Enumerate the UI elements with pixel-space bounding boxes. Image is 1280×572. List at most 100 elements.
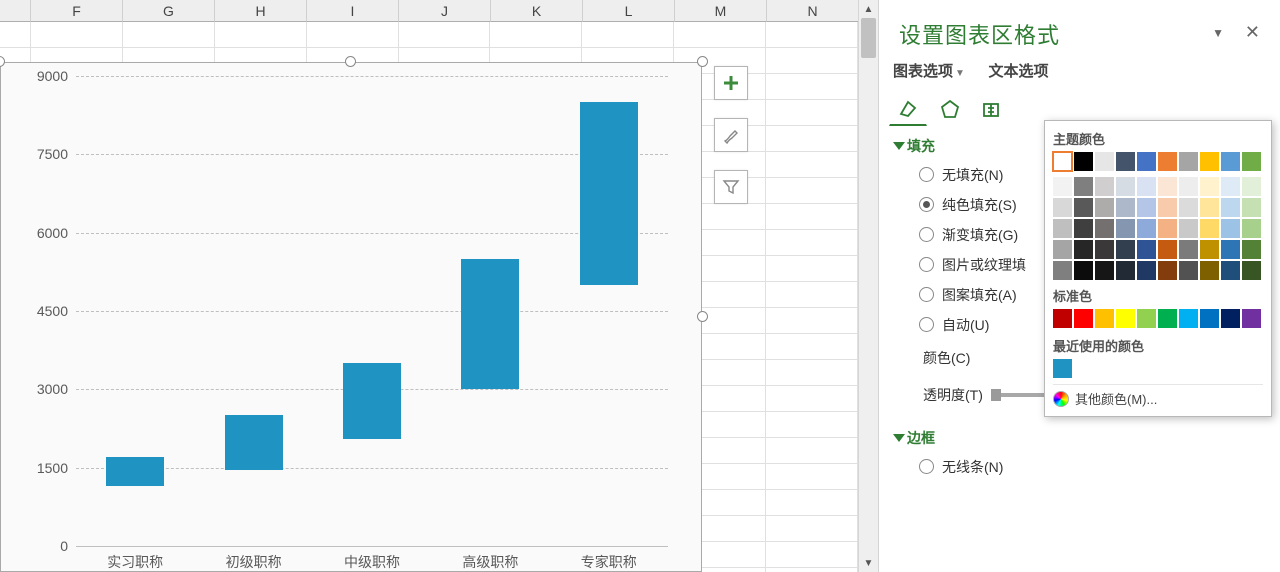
color-swatch[interactable] [1074,219,1093,238]
color-swatch[interactable] [1158,219,1177,238]
color-swatch[interactable] [1200,152,1219,171]
color-swatch[interactable] [1158,309,1177,328]
col-header-K[interactable]: K [491,0,583,22]
color-swatch[interactable] [1179,240,1198,259]
color-swatch[interactable] [1158,240,1177,259]
size-properties-icon[interactable] [972,93,1010,125]
col-header-H[interactable]: H [215,0,307,22]
color-swatch[interactable] [1179,309,1198,328]
color-swatch[interactable] [1242,152,1261,171]
color-swatch[interactable] [1179,198,1198,217]
color-swatch[interactable] [1179,219,1198,238]
color-swatch[interactable] [1137,198,1156,217]
color-swatch[interactable] [1074,152,1093,171]
bar-3[interactable] [461,259,519,390]
color-swatch[interactable] [1116,261,1135,280]
resize-handle-t[interactable] [345,56,356,67]
color-swatch[interactable] [1179,261,1198,280]
color-swatch[interactable] [1200,240,1219,259]
scroll-up-arrow-icon[interactable]: ▲ [859,0,878,18]
color-swatch[interactable] [1137,152,1156,171]
col-header-M[interactable]: M [675,0,767,22]
color-swatch[interactable] [1074,177,1093,196]
color-swatch[interactable] [1137,240,1156,259]
col-header-L[interactable]: L [583,0,675,22]
color-swatch[interactable] [1221,198,1240,217]
fill-line-icon[interactable] [889,94,927,126]
color-swatch[interactable] [1116,177,1135,196]
color-swatch[interactable] [1221,177,1240,196]
color-swatch[interactable] [1095,152,1114,171]
color-swatch[interactable] [1053,359,1072,378]
color-swatch[interactable] [1179,177,1198,196]
col-header-F[interactable]: F [31,0,123,22]
color-swatch[interactable] [1116,152,1135,171]
border-section-header[interactable]: 边框 [895,422,1264,452]
color-swatch[interactable] [1200,219,1219,238]
color-swatch[interactable] [1179,152,1198,171]
color-swatch[interactable] [1074,261,1093,280]
color-swatch[interactable] [1200,261,1219,280]
chart-object[interactable]: 0150030004500600075009000 实习职称初级职称中级职称高级… [0,62,702,572]
color-swatch[interactable] [1053,177,1072,196]
color-swatch[interactable] [1053,198,1072,217]
color-swatch[interactable] [1137,309,1156,328]
scroll-track[interactable] [859,18,878,554]
color-swatch[interactable] [1095,198,1114,217]
color-swatch[interactable] [1221,261,1240,280]
color-swatch[interactable] [1137,261,1156,280]
color-swatch[interactable] [1221,240,1240,259]
color-swatch[interactable] [1137,177,1156,196]
col-header-edge[interactable] [0,0,31,22]
color-swatch[interactable] [1074,309,1093,328]
color-swatch[interactable] [1053,219,1072,238]
bar-1[interactable] [225,415,283,470]
more-colors-button[interactable]: 其他颜色(M)... [1053,384,1263,414]
color-swatch[interactable] [1242,309,1261,328]
color-swatch[interactable] [1221,152,1240,171]
color-swatch[interactable] [1221,219,1240,238]
color-swatch[interactable] [1242,261,1261,280]
color-swatch[interactable] [1116,198,1135,217]
bar-4[interactable] [580,102,638,285]
color-swatch[interactable] [1095,219,1114,238]
col-header-N[interactable]: N [767,0,859,22]
color-swatch[interactable] [1158,198,1177,217]
panel-menu-icon[interactable]: ▼ [1212,26,1224,40]
col-header-J[interactable]: J [399,0,491,22]
effects-icon[interactable] [931,93,969,125]
color-swatch[interactable] [1242,240,1261,259]
color-swatch[interactable] [1242,198,1261,217]
bar-2[interactable] [343,363,401,439]
vertical-scrollbar[interactable]: ▲ ▼ [858,0,878,572]
bar-0[interactable] [106,457,164,486]
color-swatch[interactable] [1116,309,1135,328]
chart-elements-button[interactable] [714,66,748,100]
tab-text-options[interactable]: 文本选项 [989,60,1049,81]
color-swatch[interactable] [1074,198,1093,217]
color-swatch[interactable] [1116,240,1135,259]
color-swatch[interactable] [1095,261,1114,280]
color-swatch[interactable] [1053,261,1072,280]
chart-filters-button[interactable] [714,170,748,204]
color-swatch[interactable] [1242,177,1261,196]
scroll-thumb[interactable] [861,18,876,58]
color-swatch[interactable] [1200,198,1219,217]
color-swatch[interactable] [1053,240,1072,259]
color-swatch[interactable] [1158,177,1177,196]
tab-chart-options[interactable]: 图表选项▼ [893,60,965,81]
col-header-I[interactable]: I [307,0,399,22]
border-none-option[interactable]: 无线条(N) [895,452,1264,482]
color-swatch[interactable] [1053,152,1072,171]
color-swatch[interactable] [1137,219,1156,238]
color-swatch[interactable] [1074,240,1093,259]
slider-thumb[interactable] [991,389,1001,401]
color-swatch[interactable] [1095,309,1114,328]
color-swatch[interactable] [1095,177,1114,196]
color-swatch[interactable] [1095,240,1114,259]
color-swatch[interactable] [1200,309,1219,328]
color-swatch[interactable] [1158,152,1177,171]
chart-styles-button[interactable] [714,118,748,152]
color-swatch[interactable] [1158,261,1177,280]
color-swatch[interactable] [1242,219,1261,238]
